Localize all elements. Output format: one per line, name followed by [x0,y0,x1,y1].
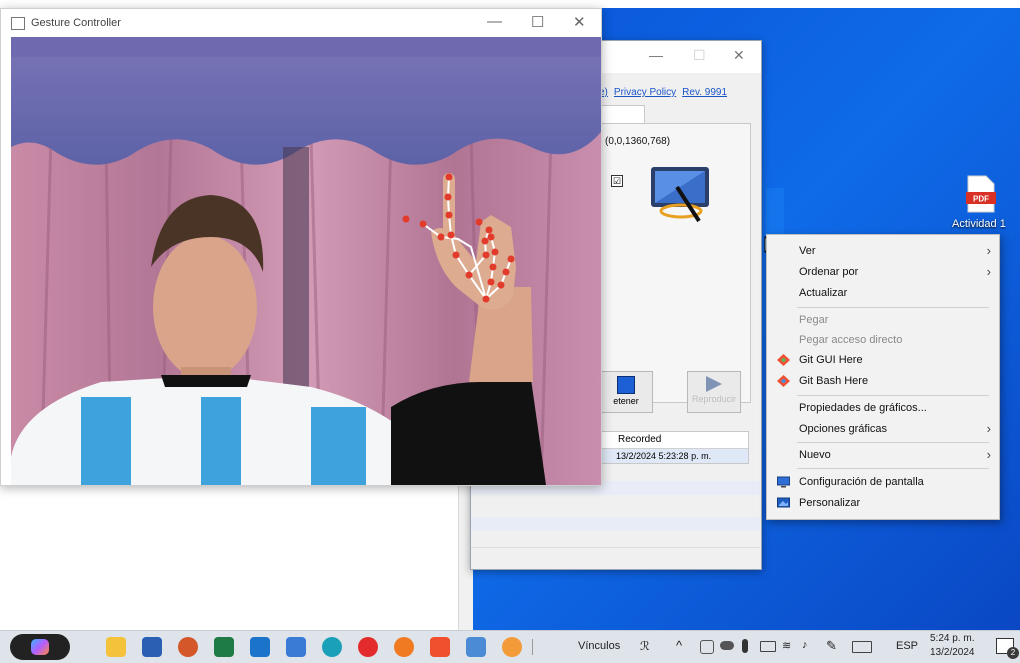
chevron-right-icon: › [986,447,991,462]
background-window-area [0,484,473,630]
camera-feed [11,37,601,485]
play-button[interactable]: Reproducir [687,371,741,413]
language-indicator[interactable]: ESP [896,640,918,652]
menu-separator [797,468,989,469]
display-settings-icon [777,476,790,488]
git-bash-icon [777,375,790,387]
background-maximize-button[interactable]: ☐ [693,47,706,64]
word-icon[interactable] [142,637,162,657]
play-icon [706,376,722,392]
column-header-recorded[interactable]: Recorded [600,432,748,449]
personalize-icon [777,497,790,508]
menu-item-pegar[interactable]: Pegar [799,314,828,326]
tab-active[interactable] [601,105,645,124]
edge-icon[interactable] [322,637,342,657]
git-gui-icon [777,354,790,366]
background-minimize-button[interactable]: — [649,47,663,63]
menu-item-ver[interactable]: Ver [799,245,816,257]
pen-icon[interactable]: ✎ [826,638,837,654]
file-explorer-icon[interactable] [106,637,126,657]
menu-item-opciones-graficas[interactable]: Opciones gráficas [799,423,887,435]
header-links: e) Privacy Policy Rev. 9991 [599,87,733,98]
powerpoint-icon[interactable] [178,637,198,657]
gesture-controller-window[interactable]: Gesture Controller — ☐ ✕ [0,8,602,486]
menu-item-personalizar[interactable]: Personalizar [799,497,860,509]
recordings-table: Recorded 13/2/2024 5:23:28 p. m. [599,431,749,464]
divider [471,547,760,548]
screen-coordinates: (0,0,1360,768) [605,136,671,147]
notification-count-badge: 2 [1007,647,1019,659]
table-row[interactable]: 13/2/2024 5:23:28 p. m. [600,449,748,463]
taskbar: Vínculos ℛ ^ ≋ ♪ ✎ ESP 5:24 p. m. 13/2/2… [0,630,1020,663]
notification-center-icon[interactable]: 2 [996,638,1019,659]
menu-separator [797,442,989,443]
pdf-file-icon[interactable]: PDF [960,174,1000,214]
brave-icon[interactable] [430,637,450,657]
volume-icon[interactable]: ♪ [802,639,808,651]
opera-icon[interactable] [358,637,378,657]
clock-date[interactable]: 13/2/2024 [930,647,975,658]
chevron-right-icon: › [986,243,991,258]
copilot-button[interactable] [10,634,70,660]
store-icon[interactable] [286,637,306,657]
minimize-button[interactable]: — [487,13,502,30]
menu-item-git-bash-here[interactable]: Git Bash Here [799,375,868,387]
table-row-empty [471,517,760,531]
monitor-icon [651,167,709,223]
menu-item-git-gui-here[interactable]: Git GUI Here [799,354,863,366]
tray-app-icon[interactable] [700,640,714,654]
revision-link[interactable]: Rev. 9991 [682,87,727,98]
chevron-right-icon: › [986,264,991,279]
menu-item-pegar-acceso-directo[interactable]: Pegar acceso directo [799,334,902,346]
mail-icon[interactable] [250,637,270,657]
stop-button-label: etener [613,396,639,406]
svg-text:PDF: PDF [973,195,989,204]
menu-separator [797,307,989,308]
chevron-right-icon: › [986,421,991,436]
firefox-icon[interactable] [394,637,414,657]
python-idle-icon[interactable] [466,637,486,657]
menu-item-nuevo[interactable]: Nuevo [799,449,831,461]
maximize-button[interactable]: ☐ [531,13,544,31]
background-close-button[interactable]: ✕ [733,47,745,64]
window-title: Gesture Controller [31,17,121,29]
keyboard-icon[interactable] [852,641,872,653]
clock-time[interactable]: 5:24 p. m. [930,633,974,644]
excel-icon[interactable] [214,637,234,657]
stop-button[interactable]: etener [599,371,653,413]
stop-icon [617,376,635,394]
menu-item-configuracion-pantalla[interactable]: Configuración de pantalla [799,476,924,488]
play-button-label: Reproducir [691,394,737,404]
pdf-file-label[interactable]: Actividad 1 [952,218,1006,230]
menu-item-ordenar-por[interactable]: Ordenar por [799,266,858,278]
menu-item-propiedades-graficos[interactable]: Propiedades de gráficos... [799,402,927,414]
taskbar-divider [532,639,533,655]
links-toolbar-label[interactable]: Vínculos [578,640,620,652]
people-icon[interactable]: ℛ [640,639,650,653]
onedrive-icon[interactable] [720,641,734,650]
microphone-icon[interactable] [742,639,748,653]
gesture-hand-icon[interactable] [502,637,522,657]
app-window-icon [11,17,25,30]
wifi-icon[interactable]: ≋ [782,639,791,652]
desktop-context-menu: Ver › Ordenar por › Actualizar Pegar Peg… [766,234,1000,520]
show-hidden-icons-icon[interactable]: ^ [676,638,682,653]
battery-icon[interactable] [760,641,776,652]
menu-separator [797,395,989,396]
privacy-policy-link[interactable]: Privacy Policy [614,87,676,98]
menu-item-actualizar[interactable]: Actualizar [799,287,847,299]
option-checkbox[interactable]: ☑ [611,175,623,187]
copilot-icon [31,639,49,655]
close-button[interactable]: ✕ [573,13,586,31]
